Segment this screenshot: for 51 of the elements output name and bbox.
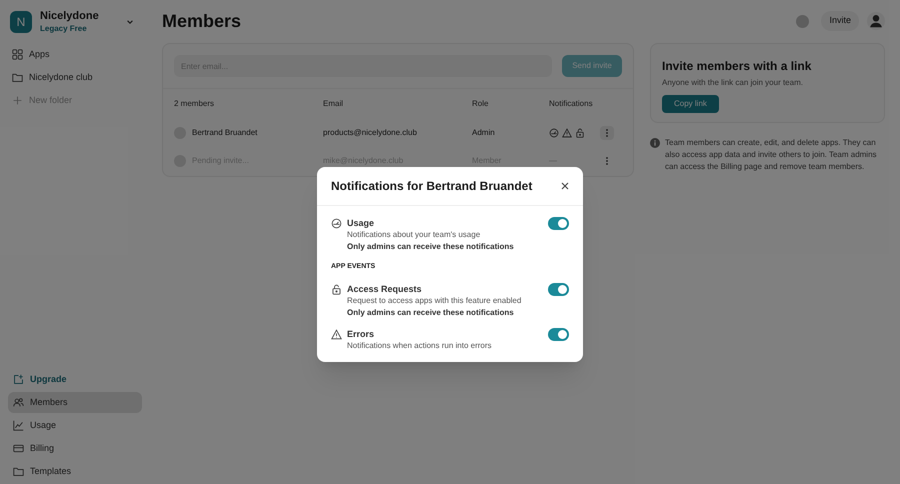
credit-card-icon	[13, 443, 24, 454]
setting-title: Usage	[347, 217, 376, 229]
workspace-avatar: N	[10, 10, 32, 33]
grid-icon	[12, 48, 23, 60]
toggle-switch[interactable]	[548, 217, 569, 230]
gauge-icon	[331, 218, 342, 229]
plan-label: Legacy Free	[40, 24, 88, 34]
user-avatar-icon[interactable]	[867, 12, 885, 30]
dialog-title: Notifications for Bertrand Bruandet	[331, 178, 534, 195]
column-header: 2 members	[174, 98, 216, 110]
invite-button[interactable]: Invite	[821, 11, 859, 31]
unlock-icon	[575, 128, 585, 138]
member-role: Admin	[472, 127, 496, 139]
setting-description: Notifications about your team's usage	[347, 229, 482, 241]
notifications-text: —	[549, 155, 557, 167]
plus-icon	[12, 94, 23, 106]
page-title: Members	[162, 10, 242, 32]
more-button[interactable]	[600, 126, 614, 140]
sidebar-item[interactable]: Members	[8, 392, 142, 413]
close-icon[interactable]	[561, 182, 569, 190]
column-header: Notifications	[549, 98, 594, 110]
folder-icon	[12, 72, 23, 83]
line-chart-icon	[13, 420, 24, 431]
sidebar-item[interactable]: Apps	[8, 44, 142, 65]
member-email: products@nicelydone.club	[323, 127, 418, 139]
setting-title: Errors	[347, 328, 376, 340]
workspace-name: Nicelydone	[40, 10, 100, 24]
warning-icon	[331, 328, 342, 340]
toggle-switch[interactable]	[548, 328, 569, 340]
member-name: Bertrand Bruandet	[192, 127, 258, 139]
info-icon	[650, 138, 660, 148]
toggle-switch[interactable]	[548, 282, 569, 296]
sidebar-item[interactable]: Nicelydone club	[8, 66, 142, 88]
info-text: Team members can create, edit, and delete apps. They can also access app data and invite others to join. Team admins can access the Billing page and remove team members.	[665, 137, 878, 173]
setting-note: Only admins can receive these notifications	[347, 306, 515, 318]
column-header: Role	[472, 98, 490, 110]
setting-note: Only admins can receive these notifications	[347, 241, 515, 253]
setting-description: Notifications when actions run into errors	[347, 340, 493, 352]
folder-icon	[13, 466, 24, 477]
column-header: Email	[323, 98, 344, 110]
upgrade-icon	[13, 374, 24, 385]
setting-title: Access Requests	[347, 282, 423, 294]
card-title: Invite members with a link	[662, 58, 812, 75]
gauge-icon	[549, 128, 559, 138]
warning-icon	[562, 128, 572, 138]
users-icon	[13, 397, 24, 408]
copy-link-button[interactable]: Copy link	[662, 95, 719, 113]
chevron-down-icon[interactable]	[126, 18, 134, 26]
unlock-icon	[331, 284, 342, 294]
setting-description: Request to access apps with this feature enabled	[347, 294, 522, 306]
card-text: Anyone with the link can join your team.	[662, 77, 804, 89]
